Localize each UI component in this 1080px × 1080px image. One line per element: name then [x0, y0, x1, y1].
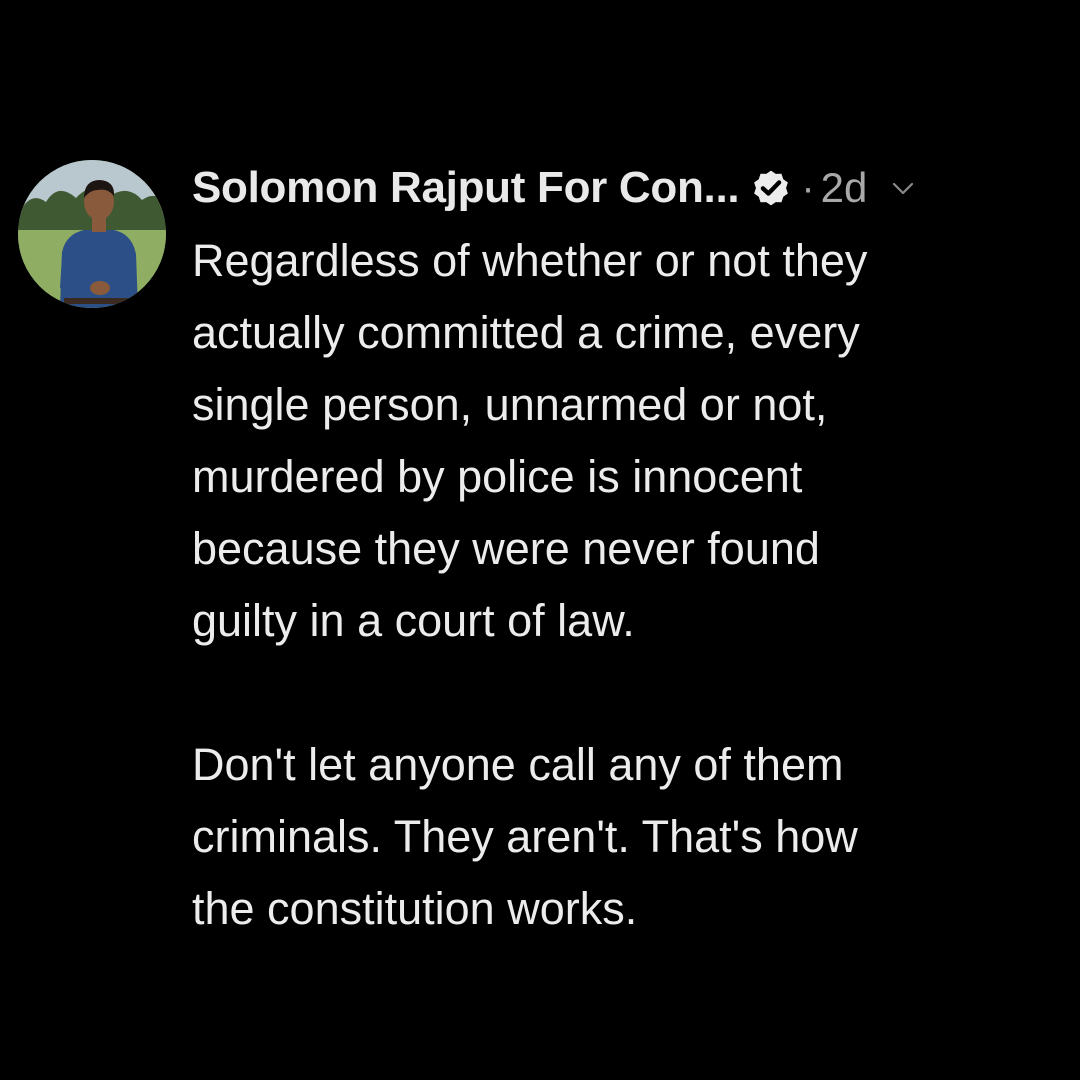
- verified-badge-icon: [749, 166, 793, 210]
- tweet-paragraph: Regardless of whether or not they actual…: [192, 225, 1042, 657]
- text-line: because they were never found: [192, 523, 820, 574]
- text-line: criminals. They aren't. That's how: [192, 811, 858, 862]
- author-display-name[interactable]: Solomon Rajput For Con...: [192, 163, 740, 213]
- author-avatar[interactable]: [18, 160, 166, 308]
- tweet-text: Regardless of whether or not they actual…: [192, 225, 1042, 945]
- tweet-paragraph: Don't let anyone call any of them crimin…: [192, 729, 1042, 945]
- tweet-header: Solomon Rajput For Con... · 2d: [192, 156, 917, 220]
- meta-separator: ·: [801, 165, 815, 210]
- chevron-down-icon[interactable]: [889, 174, 917, 202]
- avatar-photo: [18, 160, 166, 308]
- text-line: guilty in a court of law.: [192, 595, 635, 646]
- text-line: Regardless of whether or not they: [192, 235, 868, 286]
- text-line: the constitution works.: [192, 883, 638, 934]
- text-line: Don't let anyone call any of them: [192, 739, 844, 790]
- text-line: murdered by police is innocent: [192, 451, 803, 502]
- tweet-card: Solomon Rajput For Con... · 2d Regardles…: [0, 0, 1080, 1080]
- timestamp[interactable]: 2d: [821, 164, 868, 212]
- text-line: single person, unnarmed or not,: [192, 379, 828, 430]
- text-line: actually committed a crime, every: [192, 307, 860, 358]
